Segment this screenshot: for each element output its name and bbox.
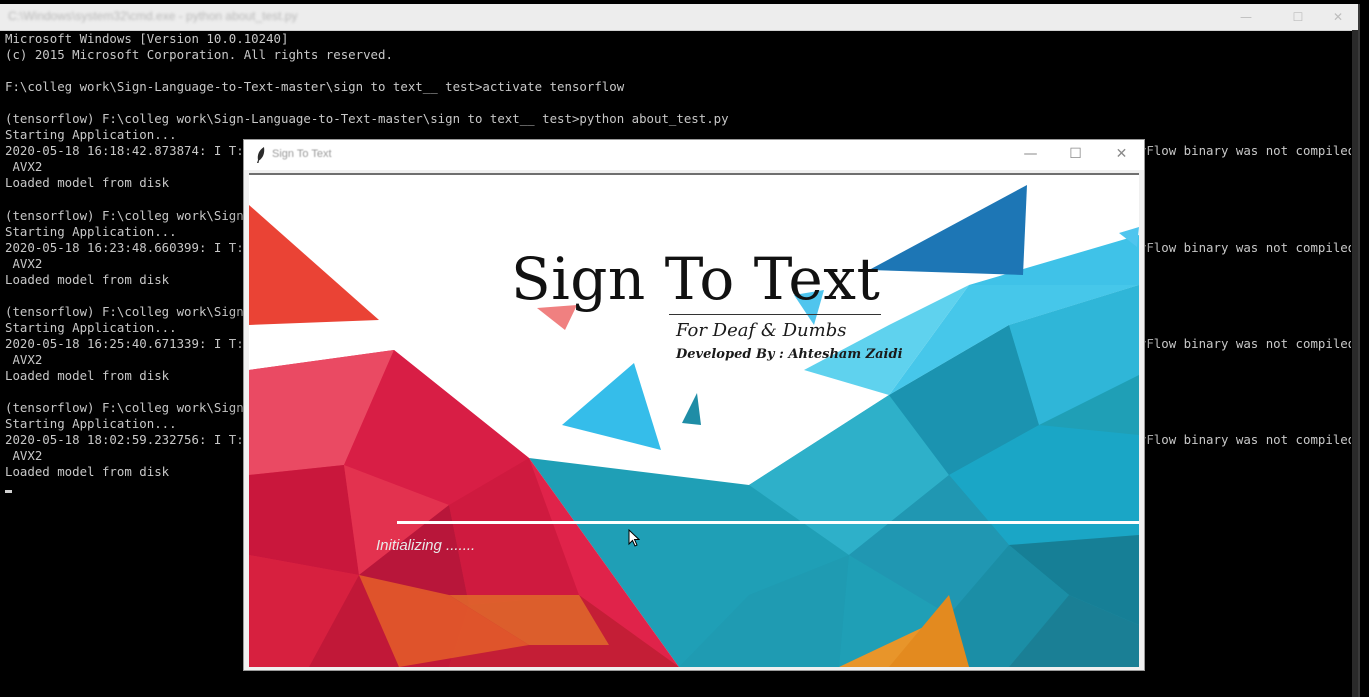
console-maximize-button[interactable]: ☐ <box>1284 8 1312 26</box>
console-line: Microsoft Windows [Version 10.0.10240] <box>5 31 289 46</box>
desktop-screen: C:\Windows\system32\cmd.exe - python abo… <box>0 0 1369 697</box>
console-scrollbar[interactable] <box>1352 30 1358 697</box>
splash-close-button[interactable]: ✕ <box>1099 140 1144 170</box>
console-line: (c) 2015 Microsoft Corporation. All righ… <box>5 47 393 63</box>
app-title: Sign To Text <box>511 245 881 313</box>
app-subtitle: For Deaf & Dumbs <box>676 320 847 341</box>
loading-progress-fill <box>397 521 1139 524</box>
splash-maximize-button[interactable]: ☐ <box>1053 140 1098 170</box>
console-close-button[interactable]: ✕ <box>1324 8 1352 26</box>
title-underline <box>669 314 881 315</box>
tk-feather-icon <box>257 147 265 163</box>
console-line: F:\colleg work\Sign-Language-to-Text-mas… <box>5 79 625 95</box>
mouse-pointer-icon <box>628 529 640 547</box>
console-titlebar[interactable]: C:\Windows\system32\cmd.exe - python abo… <box>0 4 1358 31</box>
console-cursor <box>5 490 12 494</box>
developer-credit: Developed By : Ahtesham Zaidi <box>676 347 903 362</box>
splash-window[interactable]: Sign To Text — ☐ ✕ Sign To Text For Deaf… <box>244 140 1144 670</box>
console-window-title: C:\Windows\system32\cmd.exe - python abo… <box>8 9 298 23</box>
loading-status-text: Initializing ....... <box>376 537 476 554</box>
console-line: (tensorflow) F:\colleg work\Sign-Languag… <box>5 111 729 127</box>
splash-content: Sign To Text For Deaf & Dumbs Developed … <box>249 173 1139 667</box>
loading-progress-bar <box>397 521 1139 524</box>
splash-titlebar[interactable]: Sign To Text — ☐ ✕ <box>244 140 1144 170</box>
splash-minimize-button[interactable]: — <box>1008 140 1053 170</box>
splash-window-title: Sign To Text <box>272 148 332 160</box>
console-minimize-button[interactable]: — <box>1232 8 1260 26</box>
